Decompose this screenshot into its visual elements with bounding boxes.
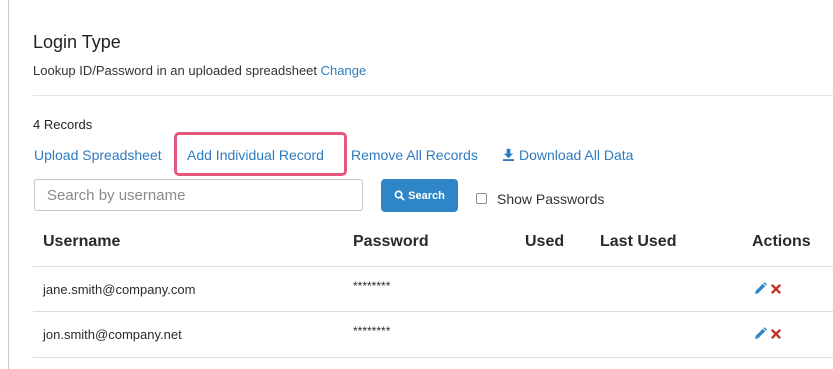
row-1-password: ******** xyxy=(353,279,391,293)
pencil-icon[interactable] xyxy=(753,282,767,296)
download-icon xyxy=(502,148,515,161)
column-header-used: Used xyxy=(525,233,565,250)
table-bottom-divider xyxy=(33,357,833,358)
highlight-box xyxy=(174,132,347,176)
section-divider xyxy=(33,95,833,96)
search-button[interactable]: Search xyxy=(381,179,458,212)
row-2-username: jon.smith@company.net xyxy=(43,327,182,342)
remove-all-records-link[interactable]: Remove All Records xyxy=(351,147,478,163)
login-type-description: Lookup ID/Password in an uploaded spread… xyxy=(33,63,366,78)
download-all-data-label: Download All Data xyxy=(519,147,634,163)
left-border xyxy=(8,0,9,369)
upload-spreadsheet-link[interactable]: Upload Spreadsheet xyxy=(34,147,162,163)
show-passwords-label: Show Passwords xyxy=(497,191,605,207)
search-input[interactable] xyxy=(34,179,363,211)
search-button-label: Search xyxy=(408,189,445,202)
row-2-password: ******** xyxy=(353,324,391,338)
row-1-username: jane.smith@company.com xyxy=(43,282,196,297)
download-all-data-link[interactable]: Download All Data xyxy=(502,147,633,163)
table-header-divider xyxy=(33,266,833,267)
records-count: 4 Records xyxy=(33,117,93,132)
pencil-icon[interactable] xyxy=(753,327,767,341)
login-type-text: Lookup ID/Password in an uploaded spread… xyxy=(33,63,318,78)
column-header-last-used: Last Used xyxy=(600,233,677,250)
column-header-username: Username xyxy=(43,233,121,250)
change-link[interactable]: Change xyxy=(321,63,367,78)
table-row-divider xyxy=(33,311,833,312)
column-header-password: Password xyxy=(353,233,429,250)
close-icon[interactable] xyxy=(771,284,781,294)
search-icon xyxy=(394,190,405,201)
close-icon[interactable] xyxy=(771,329,781,339)
page-title: Login Type xyxy=(33,32,121,52)
show-passwords-checkbox[interactable] xyxy=(476,193,487,204)
column-header-actions: Actions xyxy=(752,233,811,250)
